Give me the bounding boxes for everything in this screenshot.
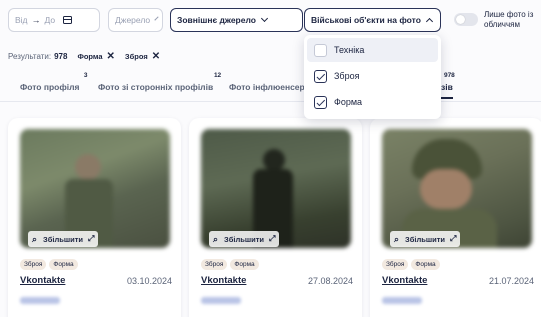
photo-card[interactable]: ⌕ Збільшити ⤢ Зброя Форма Vkontakte 03.1… bbox=[8, 118, 181, 317]
photo-date: 03.10.2024 bbox=[126, 276, 172, 286]
expand-icon: ⤢ bbox=[87, 234, 95, 243]
tab-label: Фото профіля bbox=[20, 82, 80, 92]
filter-chip-label: Зброя bbox=[124, 52, 148, 61]
checkbox-checked[interactable] bbox=[314, 69, 327, 83]
results-row: Результати: 978 Форма ✕ Зброя ✕ bbox=[8, 51, 170, 61]
tab-label: Фото інфлюенсер bbox=[229, 82, 305, 92]
zoom-button[interactable]: ⌕ Збільшити ⤢ bbox=[390, 231, 461, 247]
source-link[interactable]: Vkontakte bbox=[201, 275, 246, 286]
results-label: Результати: bbox=[8, 52, 52, 61]
tag: Форма bbox=[49, 259, 78, 270]
faces-only-toggle[interactable] bbox=[454, 13, 478, 26]
arrow-right-icon: → bbox=[31, 15, 41, 25]
expand-icon: ⤢ bbox=[449, 234, 457, 243]
photo-grid: ⌕ Збільшити ⤢ Зброя Форма Vkontakte 03.1… bbox=[8, 118, 541, 317]
tag: Зброя bbox=[201, 259, 228, 270]
option-label: Зброя bbox=[334, 71, 360, 81]
option-label: Техніка bbox=[334, 45, 365, 55]
tab-active[interactable]: зів 978 bbox=[441, 72, 455, 99]
tab-count: 12 bbox=[213, 72, 222, 79]
zoom-label: Збільшити bbox=[405, 234, 445, 244]
tabs-bar: Фото профіля 3 Фото зі сторонніх профілі… bbox=[0, 72, 541, 102]
tab-third-party-photos[interactable]: Фото зі сторонніх профілів 12 bbox=[98, 72, 221, 92]
magnifier-icon: ⌕ bbox=[394, 233, 400, 244]
photo-date: 27.08.2024 bbox=[307, 276, 353, 286]
tag: Форма bbox=[230, 259, 259, 270]
expand-icon: ⤢ bbox=[268, 234, 276, 243]
results-count: 978 bbox=[54, 52, 68, 61]
military-objects-select[interactable]: Військові об'єкти на фото bbox=[304, 8, 441, 32]
source-select-label: Джерело bbox=[115, 15, 151, 25]
magnifier-icon: ⌕ bbox=[213, 233, 219, 244]
date-from-placeholder[interactable]: Від bbox=[15, 15, 28, 25]
filter-chip: Зброя ✕ bbox=[124, 51, 160, 61]
zoom-button[interactable]: ⌕ Збільшити ⤢ bbox=[209, 231, 280, 247]
option-uniform[interactable]: Форма bbox=[307, 90, 438, 114]
tag: Зброя bbox=[20, 259, 47, 270]
tab-label: зів bbox=[441, 82, 453, 92]
military-objects-label: Військові об'єкти на фото bbox=[311, 15, 421, 25]
close-icon[interactable]: ✕ bbox=[152, 51, 160, 61]
magnifier-icon: ⌕ bbox=[32, 233, 38, 244]
calendar-icon[interactable] bbox=[63, 16, 73, 24]
tags: Зброя Форма bbox=[382, 259, 443, 270]
zoom-button[interactable]: ⌕ Збільшити ⤢ bbox=[28, 231, 99, 247]
tab-count: 978 bbox=[443, 72, 455, 79]
checkbox-checked[interactable] bbox=[314, 95, 327, 109]
profile-name-blurred[interactable] bbox=[201, 297, 241, 304]
tag: Форма bbox=[411, 259, 440, 270]
tags: Зброя Форма bbox=[201, 259, 262, 270]
tag: Зброя bbox=[382, 259, 409, 270]
zoom-label: Збільшити bbox=[224, 234, 264, 244]
option-weapons[interactable]: Зброя bbox=[307, 64, 438, 88]
chevron-down-icon bbox=[154, 16, 159, 21]
military-objects-dropdown: Техніка Зброя Форма bbox=[304, 35, 441, 119]
faces-only-label: Лише фото із обличчям bbox=[484, 10, 534, 29]
tab-count: 3 bbox=[83, 72, 88, 79]
external-source-select[interactable]: Зовнішнє джерело bbox=[170, 8, 303, 32]
close-icon[interactable]: ✕ bbox=[107, 51, 115, 61]
profile-name-blurred[interactable] bbox=[20, 297, 60, 304]
tab-profile-photos[interactable]: Фото профіля 3 bbox=[20, 72, 88, 92]
zoom-label: Збільшити bbox=[43, 234, 83, 244]
source-link[interactable]: Vkontakte bbox=[20, 275, 65, 286]
tags: Зброя Форма bbox=[20, 259, 81, 270]
chevron-up-icon bbox=[425, 17, 433, 26]
source-link[interactable]: Vkontakte bbox=[382, 275, 427, 286]
photo-card[interactable]: ⌕ Збільшити ⤢ Зброя Форма Vkontakte 27.0… bbox=[189, 118, 362, 317]
option-label: Форма bbox=[334, 97, 363, 107]
option-vehicles[interactable]: Техніка bbox=[307, 38, 438, 62]
profile-name-blurred[interactable] bbox=[382, 297, 422, 304]
tabs-divider bbox=[0, 101, 541, 102]
external-source-label: Зовнішнє джерело bbox=[177, 15, 256, 25]
date-to-placeholder[interactable]: До bbox=[45, 15, 56, 25]
tab-label: Фото зі сторонніх профілів bbox=[98, 82, 214, 92]
photo-card[interactable]: ⌕ Збільшити ⤢ Зброя Форма Vkontakte 21.0… bbox=[370, 118, 541, 317]
chevron-down-icon bbox=[260, 14, 268, 23]
filter-chip-label: Форма bbox=[77, 52, 103, 61]
date-range-picker[interactable]: Від → До bbox=[8, 8, 100, 32]
source-select[interactable]: Джерело bbox=[108, 8, 163, 32]
checkbox-unchecked[interactable] bbox=[314, 43, 327, 57]
photo-date: 21.07.2024 bbox=[488, 276, 534, 286]
filter-chip: Форма ✕ bbox=[77, 51, 115, 61]
tab-influencer-photos[interactable]: Фото інфлюенсер bbox=[229, 82, 305, 92]
